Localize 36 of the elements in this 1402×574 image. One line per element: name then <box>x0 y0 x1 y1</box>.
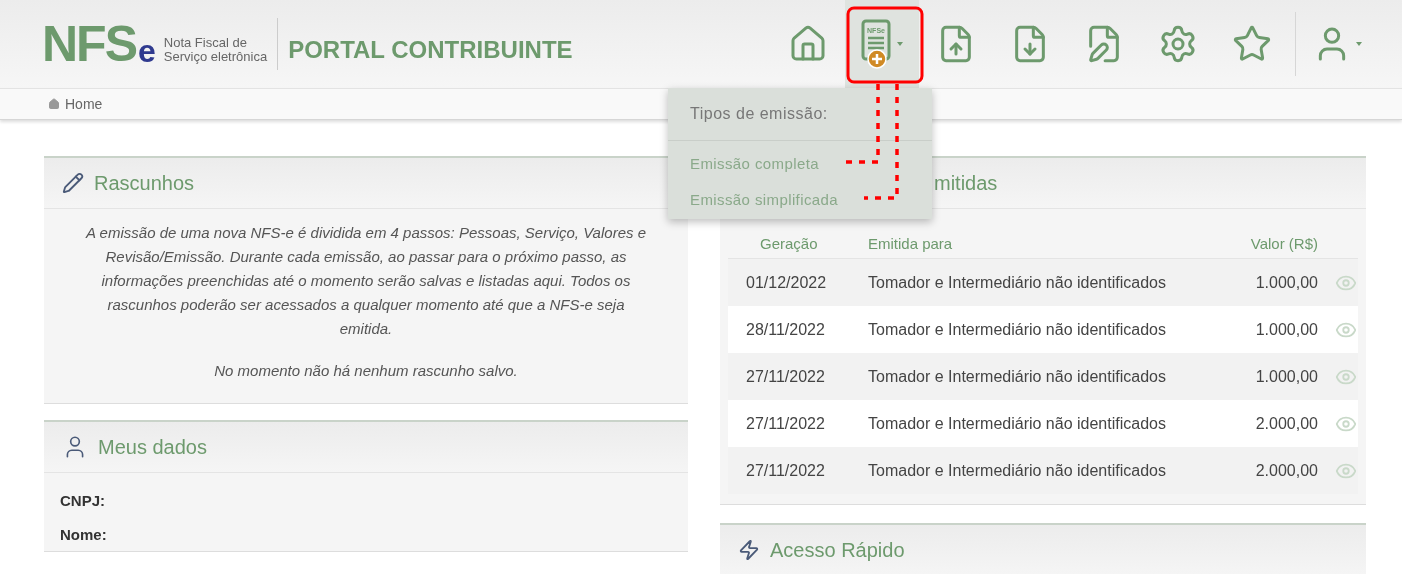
date-cell-text: 28/11/2022 <box>745 320 826 339</box>
portal-title: PORTAL CONTRIBUINTE <box>288 36 573 64</box>
value-cell-text: 2.000,00 <box>1254 461 1318 480</box>
panel-title: Meus dados <box>98 435 207 459</box>
settings-icon <box>1158 24 1198 64</box>
lightning-icon <box>738 539 760 561</box>
recipient-cell-text: Tomador e Intermediário não identificados <box>868 273 1167 292</box>
pencil-icon <box>62 172 84 194</box>
date-cell-text: 27/11/2022 <box>745 367 826 386</box>
house-icon <box>48 98 60 110</box>
recipient-cell-text: Tomador e Intermediário não identificados <box>868 320 1167 339</box>
date-cell-text: 01/12/2022 <box>745 273 828 292</box>
panel-title: Acesso Rápido <box>770 538 905 562</box>
value-cell-text: 1.000,00 <box>1254 320 1318 339</box>
breadcrumb-link[interactable]: Home <box>65 96 103 112</box>
column-header: Valor (R$) <box>1249 235 1318 252</box>
value-cell-text: 1.000,00 <box>1254 273 1318 292</box>
empty-message: No momento não há nenhum rascunho salvo. <box>213 362 519 379</box>
date-cell-text: 27/11/2022 <box>745 414 826 433</box>
column-header: Geração <box>759 235 819 252</box>
value-cell-text: 2.000,00 <box>1254 414 1318 433</box>
date-cell-text: 27/11/2022 <box>745 461 826 480</box>
menu-item[interactable]: Emissão completa <box>668 145 932 181</box>
menu-item[interactable]: Emissão simplificada <box>668 181 932 217</box>
recipient-cell-text: Tomador e Intermediário não identificados <box>868 367 1167 386</box>
column-header: Emitida para <box>868 235 954 252</box>
menu-title: Tipos de emissão: <box>668 88 932 141</box>
field-label: CNPJ: <box>59 490 106 511</box>
panel-title: Rascunhos <box>94 171 195 195</box>
star-icon <box>1232 24 1272 64</box>
panel-title: mitidas <box>934 171 998 195</box>
value-cell-text: 1.000,00 <box>1254 367 1318 386</box>
recipient-cell-text: Tomador e Intermediário não identificados <box>868 461 1167 480</box>
recipient-cell-text: Tomador e Intermediário não identificados <box>868 414 1167 433</box>
field-label: Nome: <box>59 524 108 545</box>
drafts-description: A emissão de uma nova NFS-e é dividida em 4 passos: Pessoas, Serviço, Valores e Revisão/Emissão. Durante cada emissão, ao passar para o próximo passo, as informações preenchidas até o momento serão salvas e listadas aqui. Todos os rascunhos poderão ser acessados a qualquer momento até que a NFS-e seja emitida. <box>84 223 647 339</box>
